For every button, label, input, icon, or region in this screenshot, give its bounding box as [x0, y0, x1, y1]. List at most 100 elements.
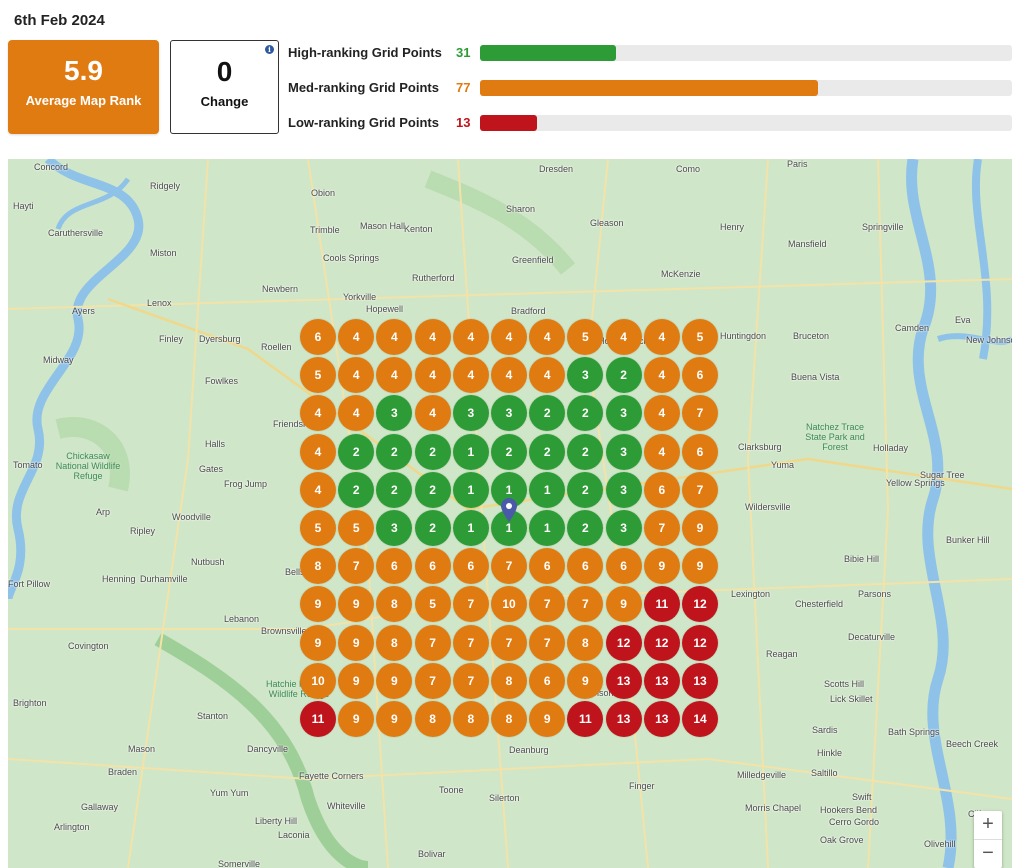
zoom-in-button[interactable]: + — [974, 811, 1002, 839]
grid-point[interactable]: 2 — [567, 471, 604, 508]
grid-point[interactable]: 6 — [414, 548, 451, 585]
grid-point[interactable]: 9 — [338, 624, 375, 661]
grid-point[interactable]: 8 — [300, 548, 336, 585]
grid-point[interactable]: 5 — [300, 357, 336, 394]
grid-point[interactable]: 2 — [376, 433, 413, 470]
grid-point[interactable]: 6 — [605, 548, 642, 585]
zoom-out-button[interactable]: − — [974, 840, 1002, 868]
grid-point[interactable]: 9 — [376, 662, 413, 699]
grid-point[interactable]: 8 — [414, 701, 451, 737]
location-pin-icon[interactable] — [501, 498, 517, 522]
grid-point[interactable]: 4 — [414, 319, 451, 355]
grid-point[interactable]: 2 — [338, 433, 375, 470]
grid-point[interactable]: 5 — [300, 510, 336, 546]
map-place-label: McKenzie — [661, 269, 701, 279]
grid-point[interactable]: 4 — [491, 319, 527, 355]
grid-point[interactable]: 13 — [605, 662, 642, 699]
grid-point[interactable]: 12 — [643, 624, 680, 661]
grid-point[interactable]: 2 — [414, 471, 451, 508]
grid-point[interactable]: 9 — [338, 662, 375, 699]
grid-point[interactable]: 4 — [643, 433, 680, 470]
grid-point[interactable]: 3 — [605, 471, 642, 508]
grid-point[interactable]: 7 — [682, 471, 718, 508]
rank-grid-map[interactable]: Concord Ridgely Hayti Caruthersville Miston L… — [8, 159, 1012, 868]
grid-point[interactable]: 7 — [452, 624, 489, 661]
grid-point[interactable]: 1 — [452, 510, 489, 546]
grid-point[interactable]: 2 — [414, 510, 451, 546]
grid-point[interactable]: 10 — [300, 662, 336, 699]
grid-point[interactable]: 4 — [338, 319, 375, 355]
grid-point[interactable]: 2 — [491, 433, 527, 470]
grid-point[interactable]: 7 — [529, 624, 566, 661]
grid-point[interactable]: 1 — [452, 433, 489, 470]
grid-point[interactable]: 11 — [643, 586, 680, 623]
grid-point[interactable]: 4 — [414, 395, 451, 432]
grid-point[interactable]: 13 — [643, 662, 680, 699]
grid-point[interactable]: 11 — [300, 701, 336, 737]
grid-point[interactable]: 1 — [529, 510, 566, 546]
grid-point[interactable]: 8 — [567, 624, 604, 661]
grid-point[interactable]: 4 — [300, 471, 336, 508]
grid-point[interactable]: 2 — [567, 433, 604, 470]
map-place-label: Dresden — [539, 164, 574, 174]
grid-point[interactable]: 9 — [567, 662, 604, 699]
legend-med: Med-ranking Grid Points 77 — [288, 77, 1012, 97]
grid-point[interactable]: 5 — [338, 510, 375, 546]
grid-point[interactable]: 3 — [605, 395, 642, 432]
grid-point[interactable]: 6 — [452, 548, 489, 585]
grid-point[interactable]: 4 — [300, 433, 336, 470]
grid-point[interactable]: 4 — [605, 319, 642, 355]
grid-point[interactable]: 1 — [452, 471, 489, 508]
grid-point[interactable]: 9 — [605, 586, 642, 623]
grid-point[interactable]: 7 — [452, 586, 489, 623]
grid-point[interactable]: 7 — [414, 624, 451, 661]
grid-point[interactable]: 7 — [643, 510, 680, 546]
grid-point[interactable]: 9 — [643, 548, 680, 585]
grid-point[interactable]: 1 — [529, 471, 566, 508]
grid-point[interactable]: 7 — [452, 662, 489, 699]
grid-point[interactable]: 2 — [605, 357, 642, 394]
grid-point[interactable]: 8 — [491, 701, 527, 737]
grid-point[interactable]: 13 — [643, 701, 680, 737]
grid-point[interactable]: 9 — [529, 701, 566, 737]
grid-point[interactable]: 5 — [414, 586, 451, 623]
grid-point[interactable]: 3 — [605, 433, 642, 470]
grid-point[interactable]: 9 — [300, 624, 336, 661]
grid-point[interactable]: 3 — [605, 510, 642, 546]
grid-point[interactable]: 3 — [452, 395, 489, 432]
grid-point[interactable]: 9 — [682, 548, 718, 585]
grid-point[interactable]: 6 — [300, 319, 336, 355]
grid-point[interactable]: 9 — [338, 701, 375, 737]
grid-point[interactable]: 2 — [376, 471, 413, 508]
grid-point[interactable]: 4 — [491, 357, 527, 394]
grid-point[interactable]: 12 — [682, 624, 718, 661]
grid-point[interactable]: 13 — [682, 662, 718, 699]
grid-point[interactable]: 7 — [491, 624, 527, 661]
grid-point[interactable]: 14 — [682, 701, 718, 737]
grid-point[interactable]: 4 — [643, 395, 680, 432]
grid-point[interactable]: 6 — [682, 357, 718, 394]
grid-point[interactable]: 4 — [529, 319, 566, 355]
grid-point[interactable]: 4 — [643, 319, 680, 355]
grid-point[interactable]: 4 — [414, 357, 451, 394]
grid-point[interactable]: 8 — [452, 701, 489, 737]
grid-point[interactable]: 7 — [414, 662, 451, 699]
grid-point[interactable]: 4 — [643, 357, 680, 394]
grid-point[interactable]: 5 — [682, 319, 718, 355]
grid-point[interactable]: 2 — [414, 433, 451, 470]
grid-point[interactable]: 2 — [529, 433, 566, 470]
grid-point[interactable]: 8 — [376, 624, 413, 661]
grid-point[interactable]: 4 — [452, 319, 489, 355]
grid-point[interactable]: 12 — [605, 624, 642, 661]
map-place-label: Henry — [720, 222, 745, 232]
grid-point[interactable]: 8 — [491, 662, 527, 699]
grid-point[interactable]: 6 — [643, 471, 680, 508]
grid-point[interactable]: 4 — [452, 357, 489, 394]
grid-point[interactable]: 7 — [491, 548, 527, 585]
grid-point[interactable]: 2 — [338, 471, 375, 508]
grid-point[interactable]: 9 — [682, 510, 718, 546]
grid-point[interactable]: 13 — [605, 701, 642, 737]
grid-point[interactable]: 6 — [682, 433, 718, 470]
grid-point[interactable]: 6 — [529, 662, 566, 699]
info-icon[interactable]: i — [265, 45, 274, 54]
